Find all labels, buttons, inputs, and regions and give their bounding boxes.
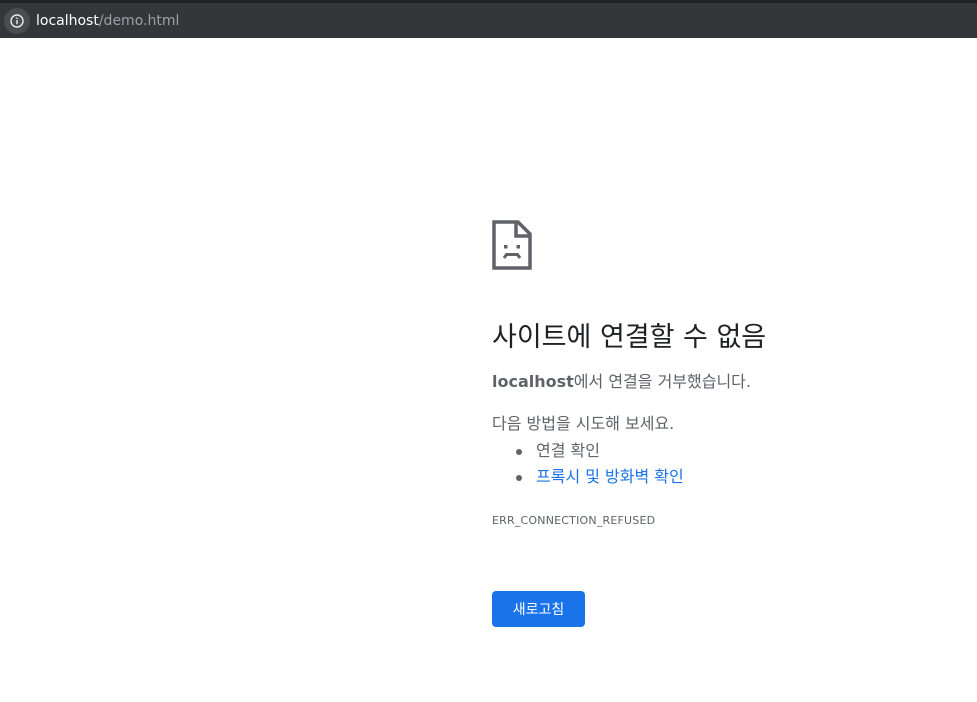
error-code: ERR_CONNECTION_REFUSED — [492, 514, 656, 527]
error-title: 사이트에 연결할 수 없음 — [492, 322, 767, 353]
info-glyph — [10, 14, 24, 28]
suggestion-label: 연결 확인 — [536, 441, 600, 460]
info-icon[interactable] — [4, 8, 30, 34]
reload-button[interactable]: 새로고침 — [492, 591, 585, 627]
suggestion-check-connection: 연결 확인 — [514, 438, 952, 464]
url-text[interactable]: localhost/demo.html — [36, 13, 179, 29]
url-path: /demo.html — [98, 13, 180, 29]
browser-address-bar: localhost/demo.html — [0, 0, 977, 38]
error-host: localhost — [492, 372, 574, 391]
error-content: 사이트에 연결할 수 없음 localhost에서 연결을 거부했습니다. 다음… — [492, 220, 952, 527]
sad-page-icon — [492, 220, 532, 270]
omnibox[interactable]: localhost/demo.html — [4, 6, 977, 36]
try-text: 다음 방법을 시도해 보세요. — [492, 414, 675, 433]
check-proxy-firewall-link[interactable]: 프록시 및 방화벽 확인 — [536, 467, 684, 486]
suggestion-check-proxy-firewall: 프록시 및 방화벽 확인 — [514, 464, 952, 490]
suggestions-list: 연결 확인 프록시 및 방화벽 확인 — [492, 438, 952, 490]
error-description: localhost에서 연결을 거부했습니다. — [492, 370, 952, 394]
url-host: localhost — [36, 13, 99, 29]
error-description-text: 에서 연결을 거부했습니다. — [573, 372, 751, 391]
